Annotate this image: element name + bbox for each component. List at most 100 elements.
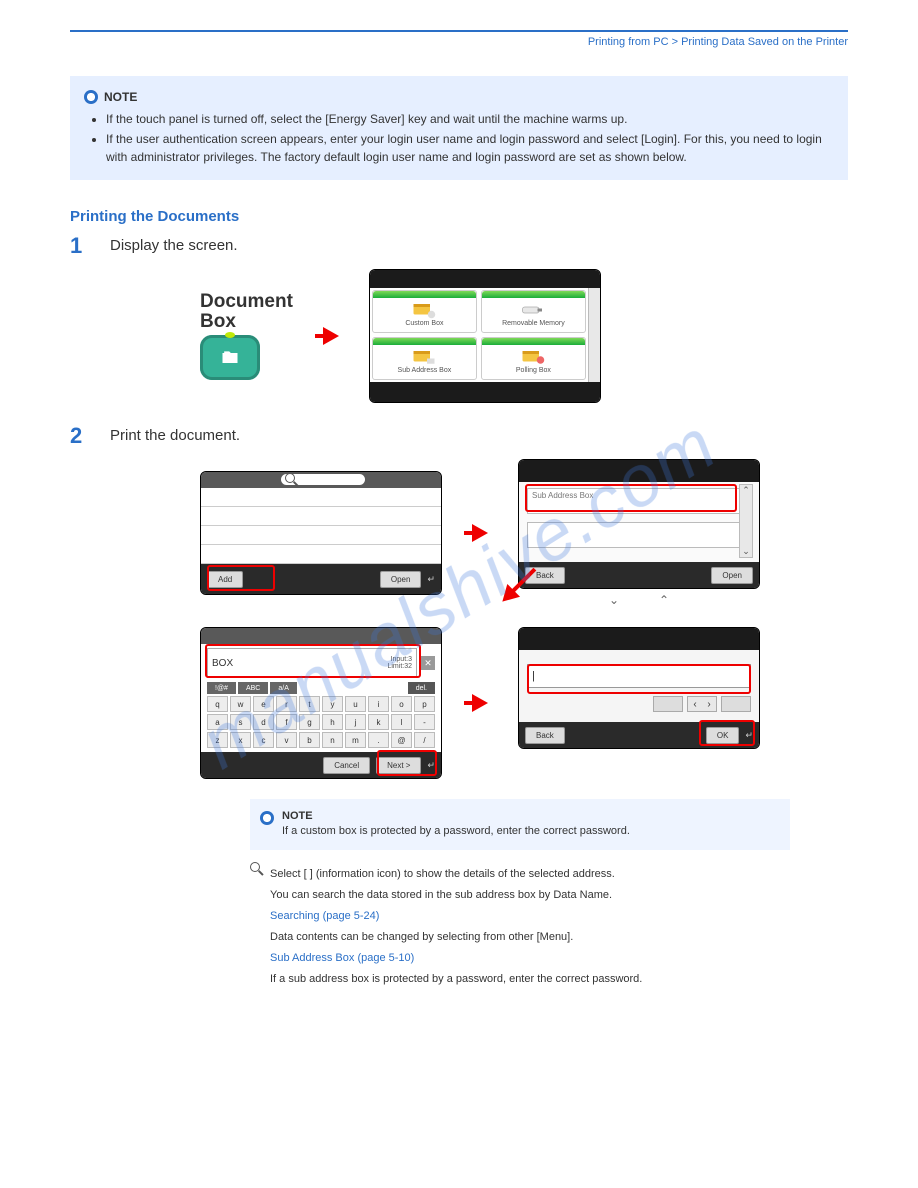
- enter-icon: ↵: [745, 730, 753, 741]
- key-h[interactable]: h: [322, 714, 343, 730]
- key-f[interactable]: f: [276, 714, 297, 730]
- nav-prev-next[interactable]: ‹›: [687, 696, 717, 712]
- chevron-left-icon[interactable]: ‹: [688, 697, 702, 711]
- key-l[interactable]: l: [391, 714, 412, 730]
- key-.[interactable]: .: [368, 732, 389, 748]
- box-poll-icon: [518, 347, 548, 367]
- open-button[interactable]: Open: [380, 571, 422, 588]
- addr-topbar: [519, 628, 759, 650]
- key-k[interactable]: k: [368, 714, 389, 730]
- tab-symbols[interactable]: !@#: [207, 682, 236, 694]
- chevron-up-icon[interactable]: ⌃: [659, 593, 669, 607]
- key-t[interactable]: t: [299, 696, 320, 712]
- input-limit: Limit:32: [387, 663, 412, 670]
- key-n[interactable]: n: [322, 732, 343, 748]
- key-b[interactable]: b: [299, 732, 320, 748]
- key-o[interactable]: o: [391, 696, 412, 712]
- back-button[interactable]: Back: [525, 727, 565, 744]
- detail-line-2[interactable]: [527, 522, 751, 548]
- text-input-value: BOX: [212, 658, 233, 669]
- panel-bottom-bar: [370, 382, 600, 402]
- box-icon: [409, 300, 439, 320]
- key-a[interactable]: a: [207, 714, 228, 730]
- text-input[interactable]: BOX Input:3Limit:32: [207, 648, 417, 678]
- search-pill[interactable]: [281, 474, 365, 485]
- key-v[interactable]: v: [276, 732, 297, 748]
- reference-block: Select [ ] (information icon) to show th…: [250, 862, 770, 992]
- key-/[interactable]: /: [414, 732, 435, 748]
- arrow-right-icon: [472, 524, 488, 542]
- key-i[interactable]: i: [368, 696, 389, 712]
- key-d[interactable]: d: [253, 714, 274, 730]
- tab-delete[interactable]: del.: [408, 682, 435, 694]
- key-z[interactable]: z: [207, 732, 228, 748]
- breadcrumb: Printing from PC > Printing Data Saved o…: [588, 36, 848, 48]
- tab-case[interactable]: a/A: [270, 682, 297, 694]
- docbox-label-1: Document: [200, 291, 293, 312]
- tile-custom-box[interactable]: Custom Box: [372, 290, 477, 333]
- nav-chip[interactable]: [653, 696, 683, 712]
- chevron-down-icon[interactable]: ⌄: [609, 593, 619, 607]
- usb-icon: [518, 300, 548, 320]
- chevron-right-icon[interactable]: ›: [702, 697, 716, 711]
- address-input[interactable]: |: [527, 664, 751, 688]
- enter-icon: ↵: [427, 574, 435, 585]
- section-title: Printing the Documents: [70, 208, 848, 225]
- list-row[interactable]: [201, 507, 441, 526]
- list-row[interactable]: [201, 526, 441, 545]
- key-m[interactable]: m: [345, 732, 366, 748]
- list-panel: Add Open ↵: [200, 471, 442, 595]
- key-p[interactable]: p: [414, 696, 435, 712]
- tab-abc[interactable]: ABC: [238, 682, 268, 694]
- chevron-up-icon[interactable]: ⌃: [742, 485, 750, 496]
- key-row-2: asdfghjkl-: [207, 714, 435, 730]
- clear-button[interactable]: ✕: [421, 656, 435, 670]
- key-x[interactable]: x: [230, 732, 251, 748]
- nav-chip[interactable]: [721, 696, 751, 712]
- tile-sub-address-box[interactable]: Sub Address Box: [372, 337, 477, 380]
- gear-icon: [84, 90, 98, 104]
- list-row[interactable]: [201, 545, 441, 564]
- ref-link[interactable]: Searching (page 5-24): [270, 908, 642, 925]
- ref-link[interactable]: Sub Address Box (page 5-10): [270, 950, 642, 967]
- key-e[interactable]: e: [253, 696, 274, 712]
- docbox-label-2: Box: [200, 311, 236, 332]
- keyboard-panel: BOX Input:3Limit:32 ✕ !@# ABC a/A del. q…: [200, 627, 442, 779]
- arrow-right-icon: [472, 694, 488, 712]
- detail-line-1[interactable]: Sub Address Box: [527, 488, 751, 514]
- key-s[interactable]: s: [230, 714, 251, 730]
- scrollbar[interactable]: ⌃ ⌄: [739, 484, 753, 558]
- key-q[interactable]: q: [207, 696, 228, 712]
- add-button[interactable]: Add: [207, 571, 243, 588]
- ok-button[interactable]: OK: [706, 727, 740, 744]
- key-w[interactable]: w: [230, 696, 251, 712]
- scrollbar[interactable]: [588, 288, 600, 382]
- document-box-button[interactable]: [200, 335, 260, 380]
- list-row[interactable]: [201, 488, 441, 507]
- key-u[interactable]: u: [345, 696, 366, 712]
- key-y[interactable]: y: [322, 696, 343, 712]
- box-fax-icon: [409, 347, 439, 367]
- key-g[interactable]: g: [299, 714, 320, 730]
- key-row-1: qwertyuiop: [207, 696, 435, 712]
- open-button[interactable]: Open: [711, 567, 753, 584]
- detail-topbar: [519, 460, 759, 482]
- key-row-3: zxcvbnm.@/: [207, 732, 435, 748]
- page-chevrons: ⌄ ⌃: [609, 593, 669, 607]
- ref-line: If a sub address box is protected by a p…: [270, 971, 642, 988]
- tile-polling-box[interactable]: Polling Box: [481, 337, 586, 380]
- key--[interactable]: -: [414, 714, 435, 730]
- gear-icon: [260, 811, 274, 825]
- note-line-1: If the touch panel is turned off, select…: [106, 110, 834, 128]
- cancel-button[interactable]: Cancel: [323, 757, 370, 774]
- input-count: Input:3: [391, 656, 412, 663]
- folders-icon: [219, 348, 241, 368]
- tile-removable-memory[interactable]: Removable Memory: [481, 290, 586, 333]
- panel-top-bar: [370, 270, 600, 288]
- key-j[interactable]: j: [345, 714, 366, 730]
- chevron-down-icon[interactable]: ⌄: [742, 546, 750, 557]
- next-button[interactable]: Next >: [376, 757, 421, 774]
- key-@[interactable]: @: [391, 732, 412, 748]
- key-c[interactable]: c: [253, 732, 274, 748]
- key-r[interactable]: r: [276, 696, 297, 712]
